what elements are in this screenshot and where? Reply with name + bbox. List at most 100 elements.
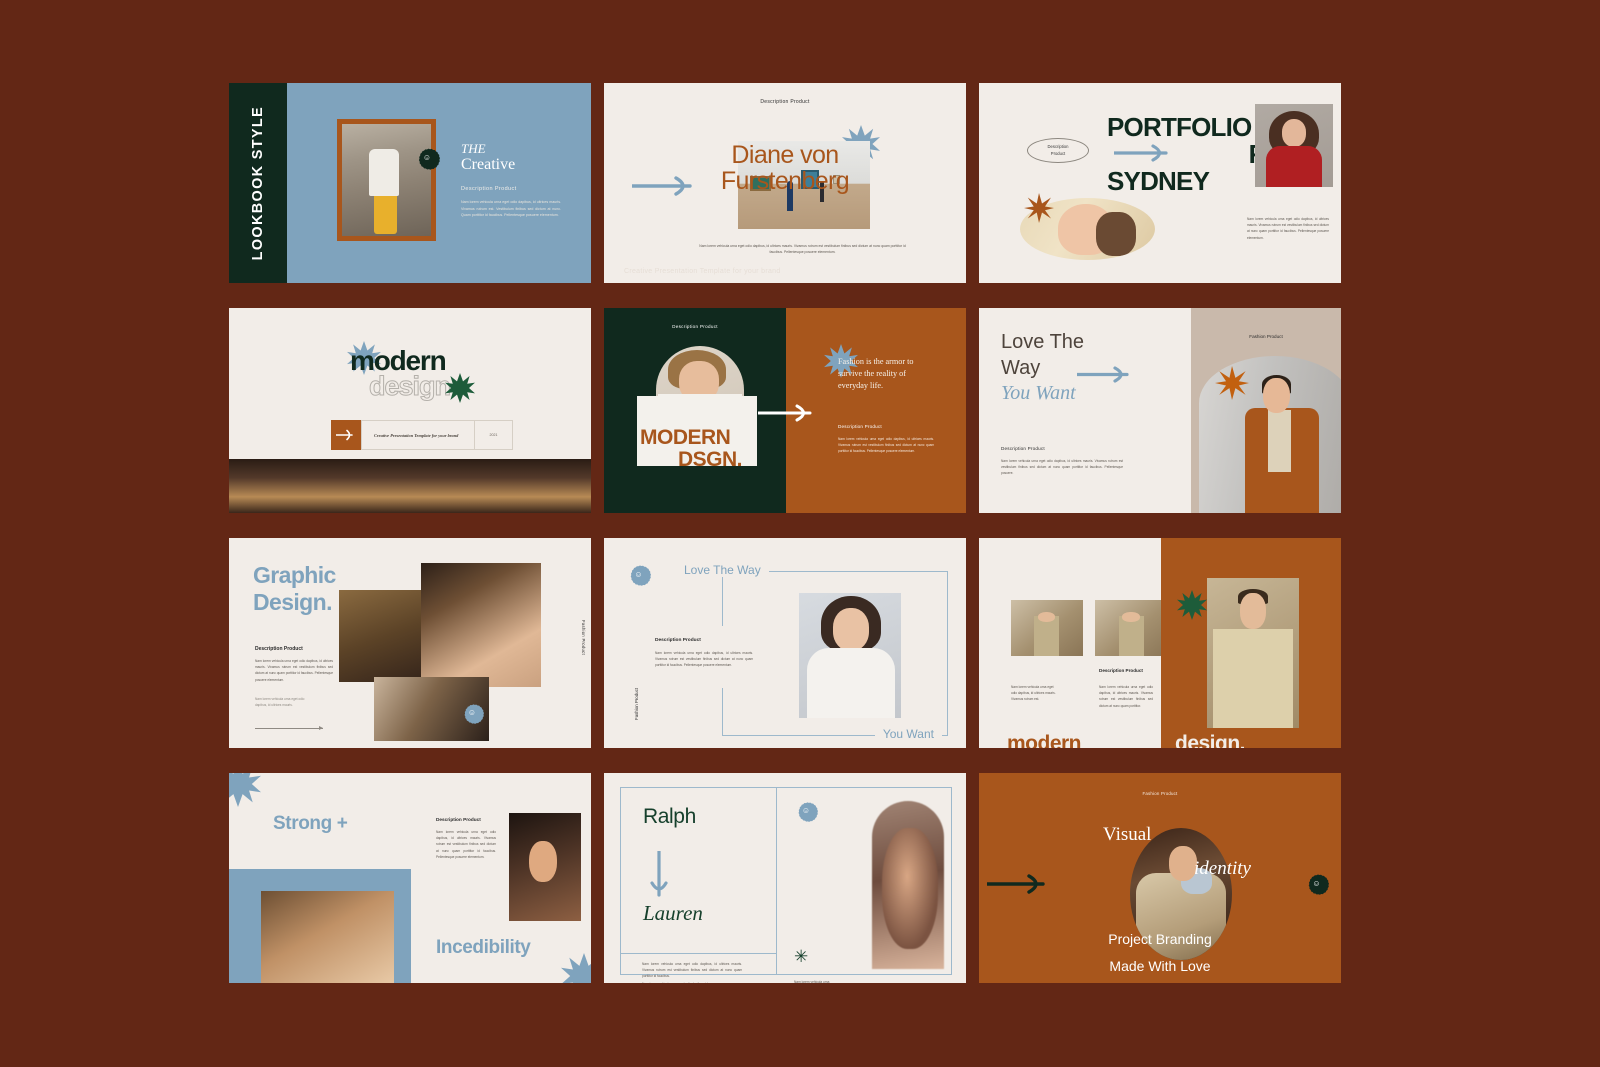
tagline-line1: Project Branding bbox=[1108, 931, 1212, 947]
slide11-body-2: Nam lorem vehicula urna eget odio dapibu… bbox=[642, 981, 708, 983]
lookbook-spine: LOOKBOOK STYLE bbox=[229, 83, 287, 283]
smiley-badge-icon: ☺ bbox=[460, 701, 484, 725]
star-green-icon bbox=[1177, 590, 1207, 620]
ellipse-line2: Product bbox=[1050, 150, 1066, 156]
title-line2: Way bbox=[1001, 356, 1041, 379]
slide-grid: LOOKBOOK STYLE ☺ THE Creative Descriptio… bbox=[229, 83, 1341, 983]
title-line3: You Want bbox=[1001, 382, 1076, 405]
horizontal-divider bbox=[620, 953, 776, 954]
slide2-body: Nam lorem vehicula urna eget odio dapibu… bbox=[699, 244, 906, 255]
slide-graphic-design[interactable]: Graphic Design. ☺ Description Product Na… bbox=[229, 538, 591, 748]
slide9-right-panel: design. bbox=[1161, 538, 1341, 748]
word-design-outline: design bbox=[368, 371, 451, 402]
slide-love-the-way-frame[interactable]: ☺ Love The Way You Want Description Prod… bbox=[604, 538, 966, 748]
model-white-dress-photo bbox=[799, 593, 901, 718]
arrow-button[interactable] bbox=[331, 420, 361, 450]
slide2-top-label: Description Product bbox=[760, 99, 810, 105]
tagline-line2: Made With Love bbox=[1109, 958, 1211, 974]
big-word-dsgn: DSGN. bbox=[678, 448, 743, 471]
model-coat-photo bbox=[1243, 375, 1321, 513]
slide-strong-incedibility[interactable]: Strong + Incedibility Description Produc… bbox=[229, 773, 591, 983]
slide2-title: Diane von Furstenberg bbox=[604, 142, 966, 195]
slide2-title-line2: Furstenberg bbox=[720, 166, 850, 195]
slide5-top-label: Description Product bbox=[672, 324, 718, 329]
sunburst-icon bbox=[1215, 366, 1249, 400]
word-modern: modern bbox=[1007, 732, 1082, 748]
title-line1: Love The bbox=[1001, 331, 1085, 353]
arrow-down-icon bbox=[650, 851, 668, 897]
slide-modern-dsgn[interactable]: Description Product MODERN DSGN. Fashion… bbox=[604, 308, 966, 513]
big-word-modern: MODERN bbox=[640, 426, 731, 449]
slide6-right-label: Fashion Product bbox=[1249, 334, 1283, 339]
slide10-body: Nam lorem vehicula urna eget odio dapibu… bbox=[436, 830, 496, 859]
skater-photo bbox=[342, 124, 431, 236]
slide6-subtitle: Description Product bbox=[1001, 446, 1045, 451]
bottom-photo-band bbox=[229, 459, 591, 513]
arrow-right-icon bbox=[1077, 366, 1129, 383]
slide7-body: Nam lorem vehicula urna eget odio dapibu… bbox=[255, 659, 333, 682]
fashion-quote: Fashion is the armor to survive the real… bbox=[838, 357, 914, 390]
photo-earring-main bbox=[421, 563, 541, 687]
title-line2: Design. bbox=[253, 588, 332, 615]
bar-year: 2021 bbox=[475, 420, 513, 450]
star-icon-bottom-right bbox=[561, 953, 591, 983]
slide-modern-design[interactable]: modern design Creative Presentation Temp… bbox=[229, 308, 591, 513]
slide-modern-design-split[interactable]: Description Product Nam lorem vehicula u… bbox=[979, 538, 1341, 748]
model-red-photo bbox=[1255, 104, 1333, 187]
thumb-photo-1 bbox=[1011, 600, 1083, 656]
smiley-badge-icon: ☺ bbox=[1304, 871, 1329, 896]
smiley-badge-icon: ☺ bbox=[414, 145, 440, 171]
underline-arrow bbox=[255, 726, 323, 730]
title-lauren: Lauren bbox=[643, 901, 703, 925]
title-strong: Strong + bbox=[273, 813, 348, 834]
slide-portfolio-from-sydney[interactable]: Description Product PORTFOLIO FROM SYDNE… bbox=[979, 83, 1341, 283]
slide-visual-identity[interactable]: Fashion Product Visual identity Project … bbox=[979, 773, 1341, 983]
slide12-top-label: Fashion Product bbox=[1142, 791, 1178, 796]
slide7-vertical-label: Fashion Product bbox=[581, 620, 586, 655]
slide6-right-panel: Fashion Product bbox=[1191, 308, 1341, 513]
slide11-side-body: Nam lorem vehicula urna eget odio dapibu… bbox=[794, 980, 830, 983]
arrow-right-icon bbox=[1114, 144, 1168, 162]
slide-diane-von-furstenberg[interactable]: Description Product Diane von Furstenber… bbox=[604, 83, 966, 283]
photo-earring bbox=[261, 891, 394, 983]
arrow-right-icon bbox=[758, 404, 812, 422]
slide7-subtitle: Description Product bbox=[255, 646, 303, 652]
slide7-secondary: Nam lorem vehicula urna eget odio dapibu… bbox=[255, 697, 305, 708]
photo-scarf bbox=[339, 590, 429, 682]
portfolio-body: Nam lorem vehicula urna eget odio dapibu… bbox=[1247, 217, 1329, 240]
slide6-title: Love The Way You Want bbox=[1001, 330, 1084, 407]
slide-lookbook-cover[interactable]: LOOKBOOK STYLE ☺ THE Creative Descriptio… bbox=[229, 83, 591, 283]
slide9-subtitle: Description Product bbox=[1099, 668, 1143, 673]
slide2-ghost-text: Creative Presentation Template for your … bbox=[624, 268, 781, 275]
star-icon-top-left bbox=[229, 773, 261, 807]
title-incedibility: Incedibility bbox=[436, 937, 531, 958]
slide9-left-panel: Description Product Nam lorem vehicula u… bbox=[979, 538, 1169, 748]
slide5-body: Nam lorem vehicula urna eget odio dapibu… bbox=[838, 437, 934, 454]
slide10-subtitle: Description Product bbox=[436, 817, 481, 822]
description-product-ellipse: Description Product bbox=[1027, 138, 1089, 163]
title-ralph: Ralph bbox=[643, 805, 696, 828]
spine-label: LOOKBOOK STYLE bbox=[250, 105, 266, 261]
slide-love-the-way-you-want[interactable]: Love The Way You Want Description Produc… bbox=[979, 308, 1341, 513]
model-shirt-photo bbox=[1207, 578, 1299, 728]
word-visual: Visual bbox=[1103, 824, 1152, 845]
frame-top-title: Love The Way bbox=[676, 563, 769, 577]
tagline-bar[interactable]: Creative Presentation Template for your … bbox=[331, 420, 513, 450]
bar-tagline: Creative Presentation Template for your … bbox=[361, 420, 475, 450]
slide9-body-left: Nam lorem vehicula urna eget odio dapibu… bbox=[1011, 685, 1056, 702]
smiley-badge-icon: ☺ bbox=[626, 562, 651, 587]
arrow-right-icon bbox=[987, 874, 1045, 894]
slide5-right-panel: Fashion is the armor to survive the real… bbox=[758, 308, 966, 513]
thumb-photo-2 bbox=[1095, 600, 1169, 656]
slide6-left-panel: Love The Way You Want Description Produc… bbox=[979, 308, 1191, 513]
slide8-vertical-label: Fashion Product bbox=[634, 688, 639, 720]
vertical-divider bbox=[776, 787, 777, 975]
slide5-subtitle: Description Product bbox=[838, 424, 882, 429]
arrow-right-icon bbox=[336, 429, 353, 441]
slide8-subtitle: Description Product bbox=[655, 638, 701, 643]
sunburst-icon bbox=[1024, 193, 1054, 223]
cover-photo-frame bbox=[337, 119, 436, 241]
slide-ralph-lauren[interactable]: Ralph Lauren Nam lorem vehicula urna ege… bbox=[604, 773, 966, 983]
slide8-body: Nam lorem vehicula urna eget odio dapibu… bbox=[655, 651, 753, 668]
slide9-body-right: Nam lorem vehicula urna eget odio dapibu… bbox=[1099, 685, 1153, 708]
